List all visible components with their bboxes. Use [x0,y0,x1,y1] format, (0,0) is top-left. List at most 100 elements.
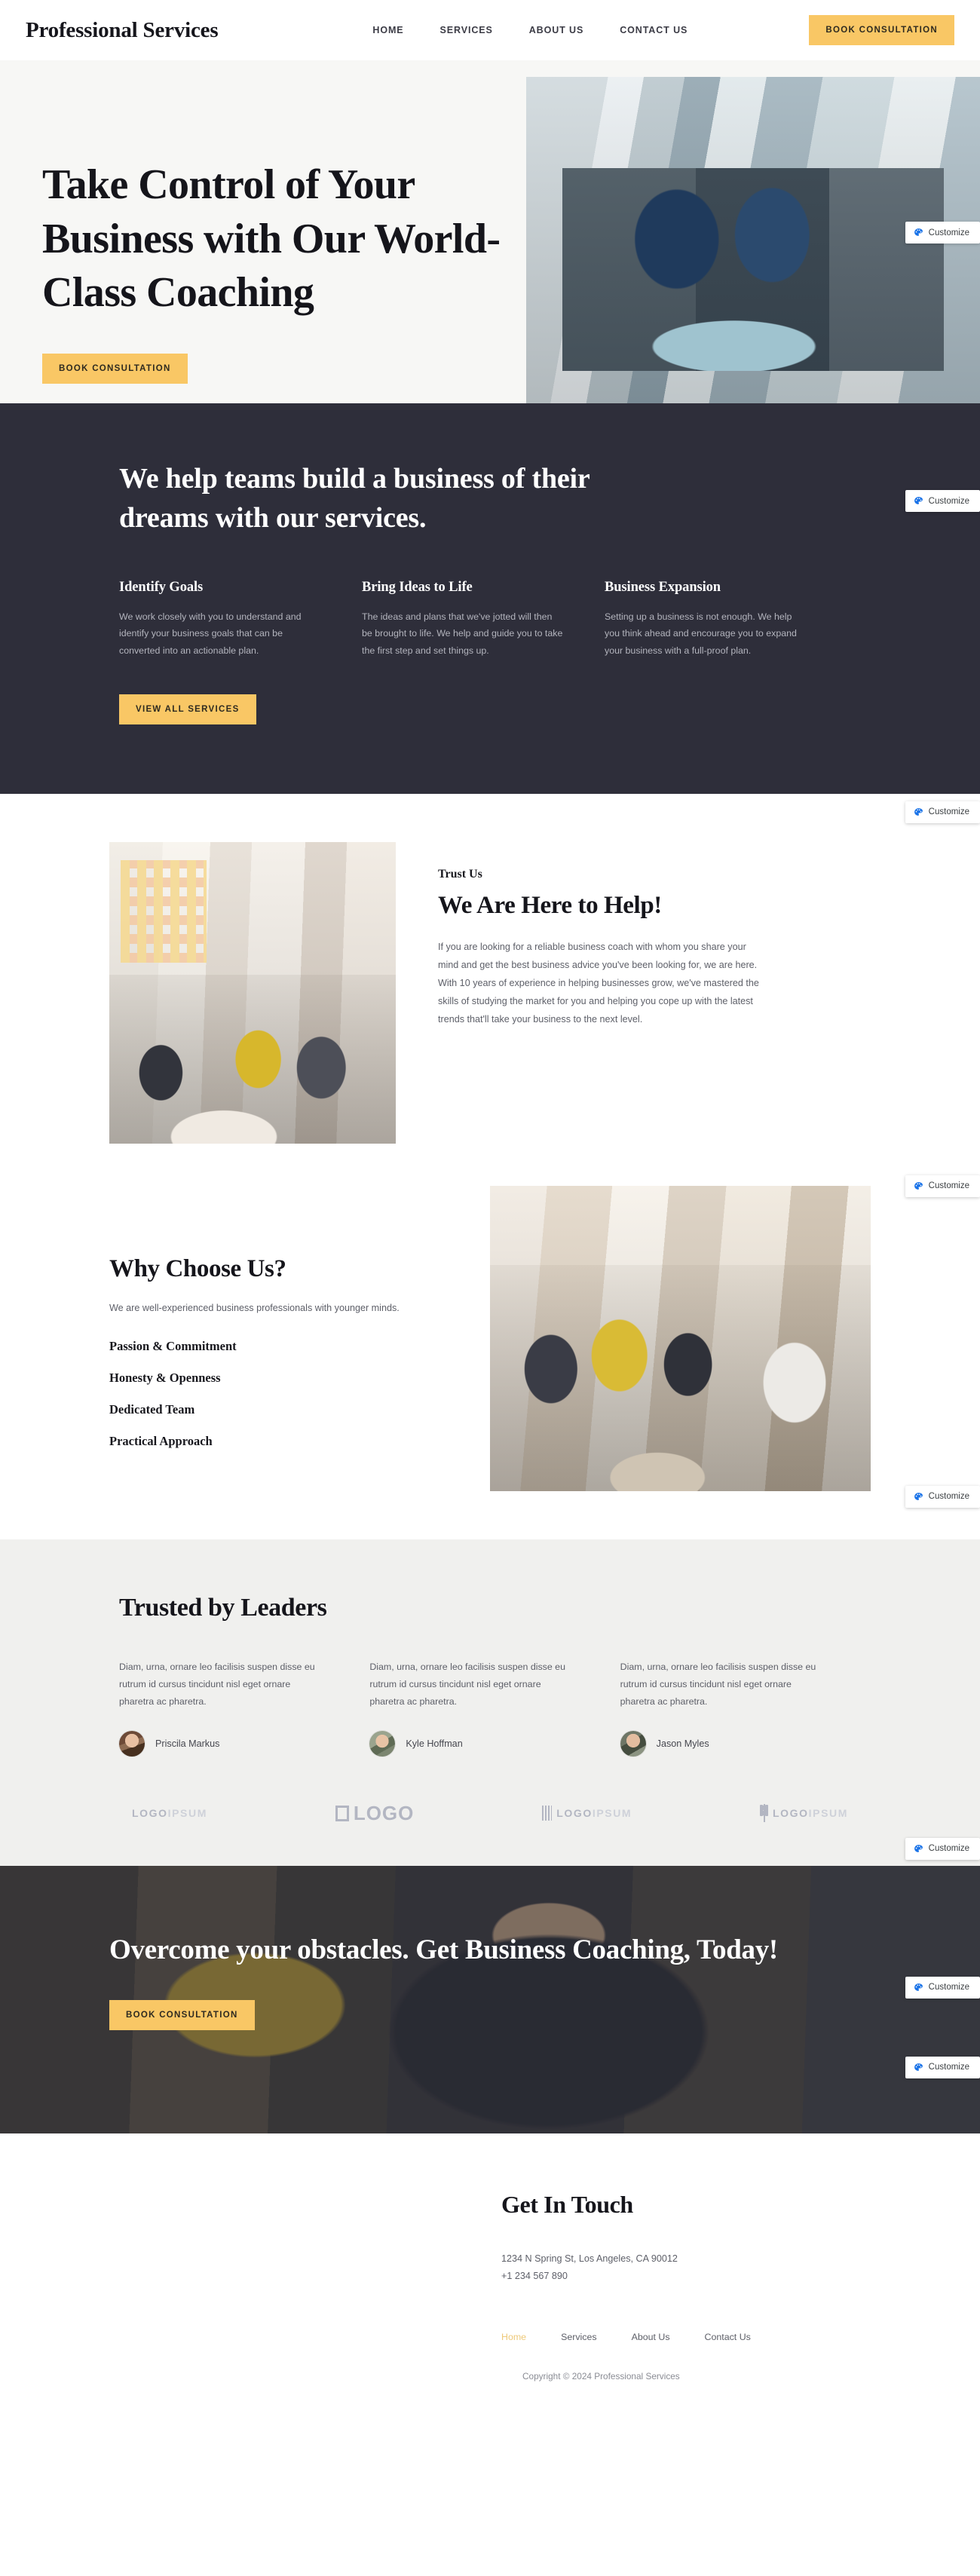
footer-nav-item-about-us[interactable]: About Us [632,2332,670,2342]
service-card: Identify Goals We work closely with you … [119,580,362,660]
cta-copy: Overcome your obstacles. Get Business Co… [109,1931,778,2031]
customize-overlay-button-2[interactable]: Customize [905,490,980,512]
cta-title: Overcome your obstacles. Get Business Co… [109,1934,778,1965]
client-logo-2-bold: LOGO [353,1801,415,1824]
client-logo-3-light: IPSUM [592,1807,632,1820]
service-card-text: We work closely with you to understand a… [119,611,302,657]
brand-logo[interactable]: Professional Services [26,18,219,43]
hero-title: Take Control of Your Business with Our W… [42,161,501,317]
why-feature-item: Dedicated Team [109,1401,195,1417]
hero-book-consultation-button[interactable]: BOOK CONSULTATION [42,354,188,384]
testimonial-person: Kyle Hoffman [369,1730,568,1757]
customize-label: Customize [928,807,969,817]
service-card-text: Setting up a business is not enough. We … [605,611,797,657]
cta-banner-section: Overcome your obstacles. Get Business Co… [0,1865,980,2133]
services-title: We help teams build a business of their … [119,463,590,534]
service-card-title: Bring Ideas to Life [362,579,473,595]
client-logo-2: LOGO [335,1802,415,1825]
why-feature-item: Passion & Commitment [109,1338,237,1353]
customize-label: Customize [928,1492,969,1502]
footer-nav-item-services[interactable]: Services [561,2332,597,2342]
main-nav: HOME SERVICES ABOUT US CONTACT US [372,25,688,35]
palette-icon [914,807,923,816]
client-logo-1-bold: LOGO [132,1807,168,1820]
testimonial-card: Diam, urna, ornare leo facilisis suspen … [369,1659,620,1757]
nav-item-home[interactable]: HOME [372,25,403,35]
site-header: Professional Services HOME SERVICES ABOU… [0,0,980,60]
footer-nav-item-home[interactable]: Home [501,2332,526,2342]
cta-book-consultation-button[interactable]: BOOK CONSULTATION [109,2000,255,2031]
footer-phone: +1 234 567 890 [501,2270,568,2281]
hero-section: Take Control of Your Business with Our W… [0,60,980,403]
help-text: If you are looking for a reliable busine… [438,941,759,1025]
testimonial-quote: Diam, urna, ornare leo facilisis suspen … [119,1661,315,1708]
footer-address: 1234 N Spring St, Los Angeles, CA 90012 [501,2253,678,2264]
service-card-text: The ideas and plans that we've jotted wi… [362,611,563,657]
client-logo-1: LOGOIPSUM [132,1807,207,1819]
customize-overlay-button-5[interactable]: Customize [905,1485,980,1508]
help-eyebrow: Trust Us [438,867,482,881]
footer-copyright: Copyright © 2024 Professional Services [522,2371,680,2382]
service-card-title: Business Expansion [605,579,721,595]
customize-overlay-button-8[interactable]: Customize [905,2056,980,2078]
why-feature-item: Practical Approach [109,1433,213,1448]
avatar [369,1730,396,1757]
service-card-title: Identify Goals [119,579,204,595]
customize-overlay-button-1[interactable]: Customize [905,222,980,244]
testimonial-person: Priscila Markus [119,1730,318,1757]
nav-item-about-us[interactable]: ABOUT US [529,25,583,35]
testimonial-card: Diam, urna, ornare leo facilisis suspen … [620,1659,871,1757]
why-title: Why Choose Us? [109,1254,286,1282]
testimonial-name: Jason Myles [656,1738,709,1749]
testimonial-quote: Diam, urna, ornare leo facilisis suspen … [369,1661,565,1708]
service-card: Bring Ideas to Life The ideas and plans … [362,580,605,660]
why-feature-item: Honesty & Openness [109,1370,221,1385]
customize-label: Customize [928,496,969,506]
client-logo-1-light: IPSUM [167,1807,207,1820]
service-card: Business Expansion Setting up a business… [605,580,847,660]
why-image [490,1185,871,1491]
view-all-services-button[interactable]: VIEW ALL SERVICES [119,694,256,724]
customize-overlay-button-7[interactable]: Customize [905,1976,980,1999]
why-choose-us-section: Why Choose Us? We are well-experienced b… [0,1170,980,1539]
page-root: Professional Services HOME SERVICES ABOU… [0,0,980,2426]
help-copy: Trust Us We Are Here to Help! If you are… [438,842,762,1029]
palette-icon [914,228,923,236]
customize-label: Customize [928,228,969,237]
palette-icon [914,497,923,504]
hero-copy: Take Control of Your Business with Our W… [42,158,525,384]
testimonials-title: Trusted by Leaders [119,1593,327,1622]
why-feature-list: Passion & Commitment Honesty & Openness … [109,1339,411,1449]
client-logo-4: LOGOIPSUM [760,1804,848,1823]
footer-nav: Home Services About Us Contact Us [501,2332,871,2342]
customize-overlay-button-3[interactable]: Customize [905,801,980,823]
client-logo-strip: LOGOIPSUM LOGO LOGOIPSUM LOGOIPSUM [109,1802,871,1825]
customize-label: Customize [928,1181,969,1191]
palette-icon [914,1181,923,1190]
palette-icon [914,1492,923,1500]
customize-overlay-button-4[interactable]: Customize [905,1175,980,1197]
nav-item-services[interactable]: SERVICES [440,25,493,35]
help-image [109,841,396,1144]
services-section: We help teams build a business of their … [0,403,980,794]
customize-label: Customize [928,1983,969,1992]
palette-icon [914,1844,923,1852]
client-logo-4-light: IPSUM [808,1807,848,1820]
footer-title: Get In Touch [501,2190,633,2218]
nav-item-contact-us[interactable]: CONTACT US [620,25,688,35]
testimonials-grid: Diam, urna, ornare leo facilisis suspen … [119,1659,871,1757]
client-logo-4-bold: LOGO [773,1807,809,1820]
testimonial-name: Kyle Hoffman [406,1738,463,1749]
site-footer: Get In Touch 1234 N Spring St, Los Angel… [0,2133,980,2426]
header-book-consultation-button[interactable]: BOOK CONSULTATION [809,15,954,45]
customize-overlay-button-6[interactable]: Customize [905,1837,980,1860]
wheat-logo-icon [760,1804,769,1823]
square-logo-icon [335,1805,349,1821]
customize-label: Customize [928,1844,969,1854]
help-section: Trust Us We Are Here to Help! If you are… [0,793,980,1171]
testimonial-name: Priscila Markus [155,1738,220,1749]
palette-icon [914,1983,923,1991]
footer-nav-item-contact-us[interactable]: Contact Us [705,2332,751,2342]
avatar [119,1730,145,1757]
bars-logo-icon [542,1806,553,1821]
